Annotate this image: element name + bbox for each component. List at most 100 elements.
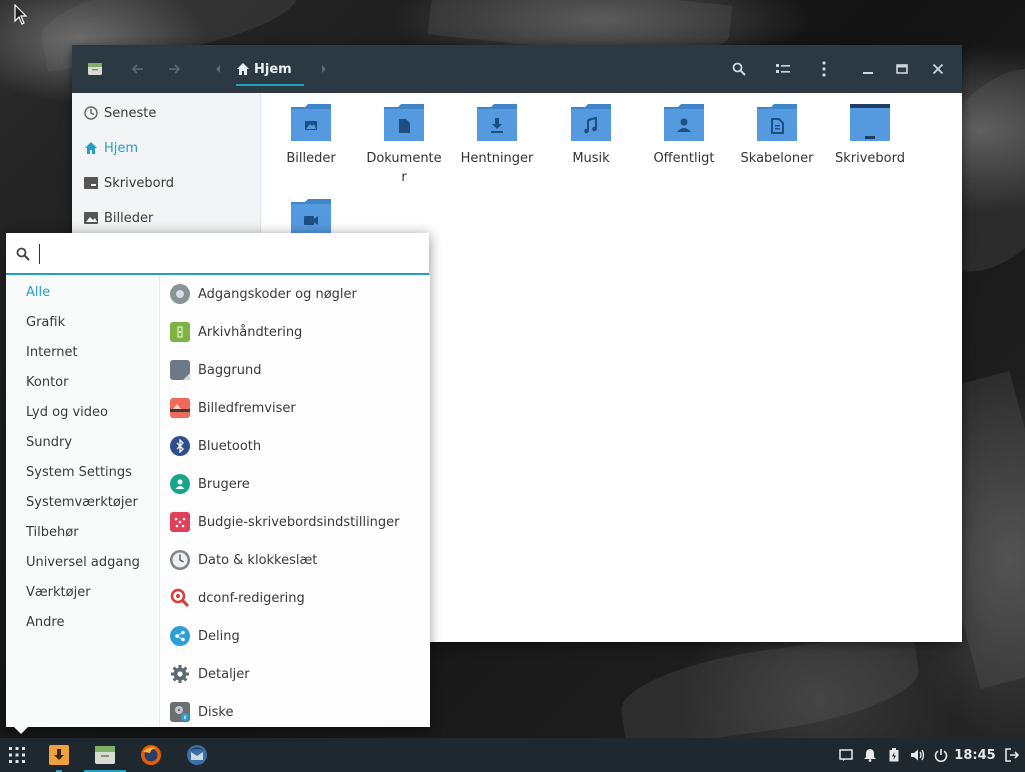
category-graphics[interactable]: Grafik (26, 313, 65, 333)
folder-public[interactable]: Offentligt (639, 103, 729, 168)
templates-folder-icon (757, 104, 797, 141)
app-item-date-time[interactable]: Dato & klokkeslæt (170, 548, 317, 572)
folder-label: Billeder (286, 151, 336, 166)
app-item-disks[interactable]: Diske (170, 700, 233, 724)
application-list: Adgangskoder og nøgler Arkivhåndtering B… (159, 275, 430, 727)
notifications-tray-icon[interactable] (836, 738, 856, 772)
folder-label: Offentligt (653, 151, 715, 166)
taskbar-file-manager[interactable] (84, 738, 126, 772)
app-grid-icon (9, 747, 25, 763)
path-left-arrow-icon[interactable] (208, 59, 228, 79)
app-menu-button[interactable] (3, 738, 31, 772)
maximize-button[interactable] (892, 59, 912, 79)
bottom-panel: 18:45 (0, 738, 1025, 772)
close-button[interactable] (928, 59, 948, 79)
home-icon (85, 142, 97, 154)
app-item-budgie-settings[interactable]: Budgie-skrivebordsindstillinger (170, 510, 400, 534)
passwords-keys-icon (170, 284, 190, 304)
logout-icon[interactable] (1002, 738, 1022, 772)
sidebar-item-desktop[interactable]: Skrivebord (84, 173, 174, 193)
battery-icon[interactable] (884, 738, 904, 772)
gear-icon (170, 664, 190, 684)
app-item-sharing[interactable]: Deling (170, 624, 240, 648)
app-label: dconf-redigering (198, 590, 305, 606)
folder-label: Skabeloner (740, 151, 814, 166)
category-accessories[interactable]: Tilbehør (26, 523, 79, 543)
sidebar-item-recent[interactable]: Seneste (84, 103, 156, 123)
menu-kebab-button[interactable] (814, 59, 834, 79)
bell-icon[interactable] (860, 738, 880, 772)
mouse-cursor-icon (14, 4, 28, 25)
budgie-settings-icon (170, 512, 190, 532)
app-label: Adgangskoder og nøgler (198, 286, 357, 302)
folder-pictures[interactable]: Billeder (266, 103, 356, 168)
taskbar-firefox[interactable] (136, 738, 166, 772)
folder-desktop[interactable]: Skrivebord (825, 103, 915, 168)
folder-templates[interactable]: Skabeloner (732, 103, 822, 168)
category-system-tools[interactable]: Systemværktøjer (26, 493, 138, 513)
users-icon (170, 474, 190, 494)
taskbar-downloads[interactable] (44, 738, 74, 772)
folder-documents[interactable]: Dokumente r (359, 103, 449, 187)
search-input[interactable] (39, 244, 41, 264)
folder-label: Skrivebord (834, 151, 905, 166)
app-label: Arkivhåndtering (198, 324, 303, 340)
app-item-details[interactable]: Detaljer (170, 662, 250, 686)
app-item-passwords[interactable]: Adgangskoder og nøgler (170, 282, 357, 306)
category-office[interactable]: Kontor (26, 373, 68, 393)
app-label: Bluetooth (198, 438, 262, 454)
clock-icon (84, 106, 98, 120)
desktop-folder-icon (850, 104, 890, 141)
category-system-settings[interactable]: System Settings (26, 463, 132, 483)
thunderbird-app-icon (187, 745, 207, 765)
app-item-wallpaper[interactable]: Baggrund (170, 358, 261, 382)
folder-label-line2: r (401, 170, 407, 185)
path-right-arrow-icon[interactable] (314, 59, 334, 79)
clock-icon (170, 550, 190, 570)
app-label: Detaljer (198, 666, 250, 682)
category-internet[interactable]: Internet (26, 343, 78, 363)
sidebar-item-label: Hjem (104, 140, 139, 156)
home-icon (237, 63, 249, 75)
category-utilities[interactable]: Værktøjer (26, 583, 91, 603)
category-sundry[interactable]: Sundry (26, 433, 72, 453)
archive-manager-icon (170, 322, 190, 342)
search-button[interactable] (729, 59, 749, 79)
downloads-app-icon (49, 745, 69, 765)
minimize-button[interactable] (858, 59, 878, 79)
sharing-icon (170, 626, 190, 646)
app-item-users[interactable]: Brugere (170, 472, 250, 496)
videos-folder-icon (291, 199, 331, 236)
sidebar-item-pictures[interactable]: Billeder (84, 208, 153, 228)
clock[interactable]: 18:45 (954, 738, 996, 772)
taskbar-thunderbird[interactable] (182, 738, 212, 772)
category-all[interactable]: Alle (26, 283, 50, 303)
app-label: Deling (198, 628, 240, 644)
view-list-button[interactable] (773, 59, 793, 79)
bluetooth-icon (170, 436, 190, 456)
app-item-image-viewer[interactable]: Billedfremviser (170, 396, 296, 420)
header-bar: Hjem (72, 45, 962, 93)
menu-search-bar[interactable] (6, 233, 429, 275)
folder-label: Hentninger (460, 151, 534, 166)
sidebar-item-home[interactable]: Hjem (84, 138, 138, 158)
back-button[interactable] (128, 59, 148, 79)
breadcrumb-home-label: Hjem (254, 61, 292, 77)
image-icon (84, 212, 98, 224)
volume-icon[interactable] (908, 738, 928, 772)
file-manager-logo-icon (85, 59, 105, 79)
category-universal-access[interactable]: Universel adgang (26, 553, 140, 573)
breadcrumb-underline (236, 84, 304, 86)
file-manager-app-icon (95, 746, 115, 764)
app-item-bluetooth[interactable]: Bluetooth (170, 434, 261, 458)
app-item-archive-manager[interactable]: Arkivhåndtering (170, 320, 302, 344)
category-other[interactable]: Andre (26, 613, 64, 633)
forward-button[interactable] (164, 59, 184, 79)
power-icon[interactable] (930, 738, 952, 772)
sidebar-item-label: Skrivebord (104, 175, 175, 191)
folder-downloads[interactable]: Hentninger (452, 103, 542, 168)
folder-music[interactable]: Musik (546, 103, 636, 168)
category-sound-video[interactable]: Lyd og video (26, 403, 108, 423)
app-item-dconf-editor[interactable]: dconf-redigering (170, 586, 305, 610)
desktop-icon (84, 177, 98, 189)
